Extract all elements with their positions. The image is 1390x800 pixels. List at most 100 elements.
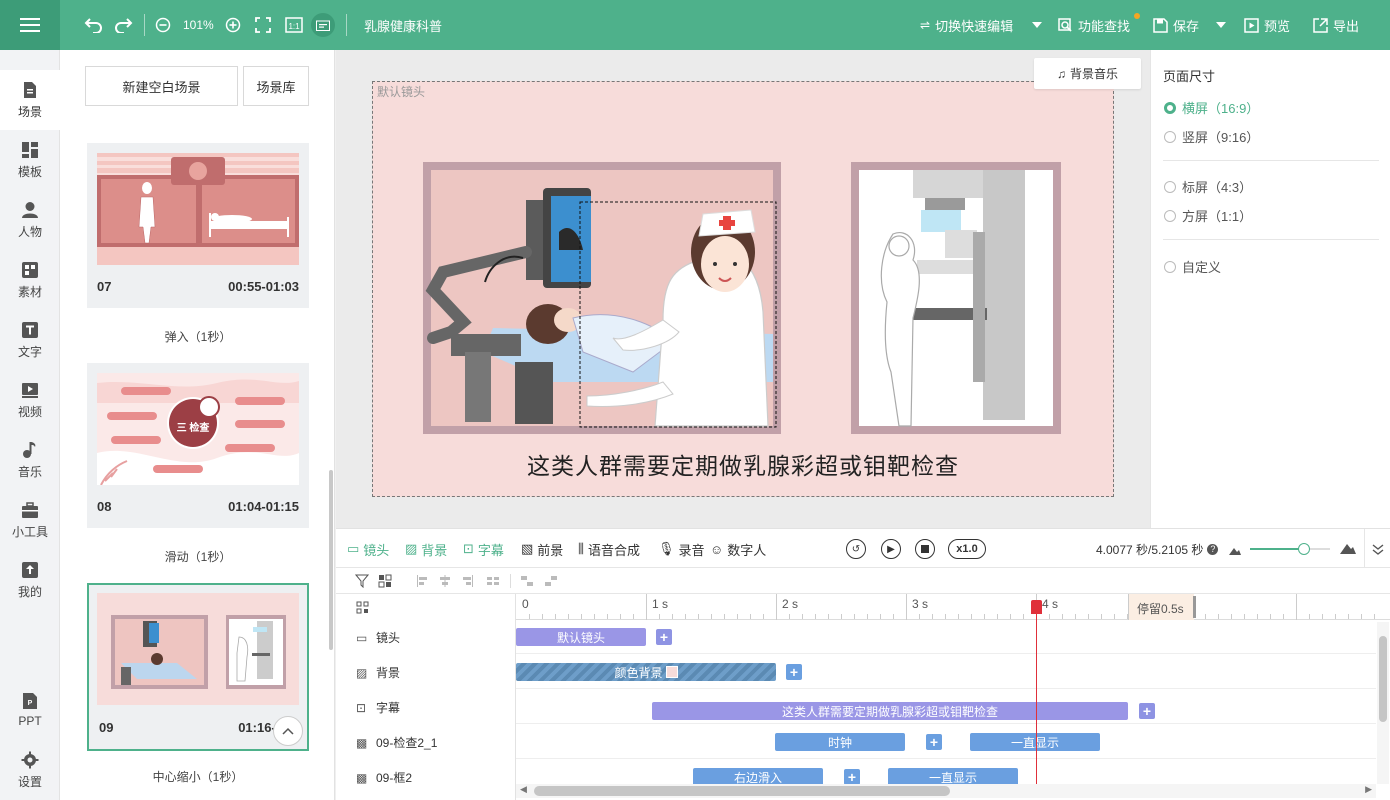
nav-item-template[interactable]: 模板 xyxy=(0,130,60,190)
tab-record[interactable]: 🎙 录音 xyxy=(658,529,705,569)
track-label-frame2[interactable]: ▩ 09-框2 xyxy=(356,769,412,786)
tab-background[interactable]: ▨ 背景 xyxy=(405,529,447,569)
clip-color-background[interactable]: 颜色背景 xyxy=(516,663,776,681)
scroll-top-button[interactable] xyxy=(273,716,303,746)
zoom-out-icon[interactable] xyxy=(155,0,171,50)
scene-transition[interactable]: 中心缩小（1秒） xyxy=(87,768,309,785)
redo-icon[interactable] xyxy=(113,0,133,50)
stage[interactable]: 默认镜头 xyxy=(372,81,1114,497)
playhead-handle[interactable] xyxy=(1031,600,1042,614)
radio-standard-4-3[interactable]: 标屏（4:3） xyxy=(1164,177,1252,196)
timeline-vertical-scrollbar[interactable] xyxy=(1377,622,1389,784)
nav-item-video[interactable]: 视频 xyxy=(0,370,60,430)
project-title[interactable]: 乳腺健康科普 xyxy=(364,0,442,50)
add-background-button[interactable]: + xyxy=(786,664,802,680)
scroll-left-icon[interactable]: ◀ xyxy=(520,784,527,795)
help-icon[interactable]: ? xyxy=(1207,543,1219,555)
speed-selector[interactable]: x1.0 xyxy=(948,539,986,559)
radio-square-1-1[interactable]: 方屏（1:1） xyxy=(1164,206,1252,225)
radio-custom[interactable]: 自定义 xyxy=(1164,257,1221,276)
scene-card-08[interactable]: 三 检查 08 01:04-01:15 xyxy=(87,363,309,528)
new-blank-scene-button[interactable]: 新建空白场景 xyxy=(85,66,238,106)
clip-always-show[interactable]: 一直显示 xyxy=(970,733,1100,751)
track-label-background[interactable]: ▨ 背景 xyxy=(356,664,400,681)
subtitle-toggle-icon[interactable] xyxy=(311,0,335,50)
playhead[interactable] xyxy=(1036,600,1037,786)
add-subtitle-button[interactable]: + xyxy=(1139,703,1155,719)
nav-item-text[interactable]: 文字 xyxy=(0,310,60,370)
quick-edit-button[interactable]: ⇌ 切换快速编辑 xyxy=(920,0,1013,50)
scene-library-button[interactable]: 场景库 xyxy=(243,66,309,106)
track-label-check2[interactable]: ▩ 09-检查2_1 xyxy=(356,734,437,751)
clip-clock-enter[interactable]: 时钟 xyxy=(775,733,905,751)
nav-item-scene[interactable]: 场景 xyxy=(0,70,60,130)
track-label-camera[interactable]: ▭ 镜头 xyxy=(356,629,400,646)
fullscreen-icon[interactable] xyxy=(255,0,271,50)
preview-button[interactable]: 预览 xyxy=(1244,0,1290,50)
menu-icon[interactable] xyxy=(0,0,60,50)
pause-zone[interactable]: 停留0.5s xyxy=(1128,594,1196,620)
stack-down-icon[interactable] xyxy=(544,574,558,588)
timeline-zoom-slider[interactable] xyxy=(1250,543,1330,555)
quick-edit-dropdown-icon[interactable] xyxy=(1032,0,1042,50)
tab-camera[interactable]: ▭ 镜头 xyxy=(347,529,389,569)
add-camera-button[interactable]: + xyxy=(656,629,672,645)
tab-tts[interactable]: ⫼ 语音合成 xyxy=(578,529,640,569)
nav-item-toolbox[interactable]: 小工具 xyxy=(0,490,60,550)
person-icon xyxy=(22,201,38,218)
scene-transition[interactable]: 弹入（1秒） xyxy=(87,328,309,345)
scene-transition[interactable]: 滑动（1秒） xyxy=(87,548,309,565)
align-right-icon[interactable] xyxy=(460,574,474,588)
scrollbar-thumb[interactable] xyxy=(534,786,950,796)
clip-default-camera[interactable]: 默认镜头 xyxy=(516,628,646,646)
tab-digital-human[interactable]: ☺ 数字人 xyxy=(710,529,766,569)
tab-subtitle[interactable]: ⊡ 字幕 xyxy=(463,529,504,569)
scene-card-07[interactable]: 07 00:55-01:03 xyxy=(87,143,309,308)
nav-item-mine[interactable]: 我的 xyxy=(0,550,60,610)
pause-handle[interactable] xyxy=(1193,596,1196,618)
align-left-icon[interactable] xyxy=(416,574,430,588)
zoom-in-icon[interactable] xyxy=(225,0,241,50)
align-center-icon[interactable] xyxy=(438,574,452,588)
track-label-subtitle[interactable]: ⊡ 字幕 xyxy=(356,699,400,716)
distribute-icon[interactable] xyxy=(486,574,500,588)
tab-foreground[interactable]: ▧ 前景 xyxy=(521,529,563,569)
actual-size-icon[interactable]: 1:1 xyxy=(285,0,303,50)
layer-settings-icon[interactable] xyxy=(356,601,369,614)
undo-icon[interactable] xyxy=(84,0,104,50)
nav-item-person[interactable]: 人物 xyxy=(0,190,60,250)
nav-item-material[interactable]: 素材 xyxy=(0,250,60,310)
add-animation-button[interactable]: + xyxy=(844,769,860,785)
nav-item-music[interactable]: 音乐 xyxy=(0,430,60,490)
timeline-horizontal-scrollbar[interactable]: ◀ ▶ xyxy=(516,784,1376,798)
slider-handle[interactable] xyxy=(1298,543,1310,555)
collapse-timeline-icon[interactable] xyxy=(1364,529,1390,569)
radio-landscape-16-9[interactable]: 横屏（16:9） xyxy=(1164,98,1259,117)
zoom-out-mountain-icon[interactable] xyxy=(1229,543,1241,558)
scene-card-09[interactable]: 09 01:16-0 xyxy=(87,583,309,751)
func-search-button[interactable]: 功能查找 xyxy=(1058,0,1140,50)
stack-up-icon[interactable] xyxy=(520,574,534,588)
stage-subtitle[interactable]: 这类人群需要定期做乳腺彩超或钼靶检查 xyxy=(372,447,1114,481)
play-icon[interactable]: ▶ xyxy=(881,539,901,559)
clip-subtitle[interactable]: 这类人群需要定期做乳腺彩超或钼靶检查 xyxy=(652,702,1128,720)
zoom-in-mountain-icon[interactable] xyxy=(1340,541,1356,557)
filter-icon[interactable] xyxy=(355,574,369,588)
add-animation-button[interactable]: + xyxy=(926,734,942,750)
group-icon[interactable] xyxy=(378,574,392,588)
scroll-right-icon[interactable]: ▶ xyxy=(1365,784,1372,795)
background-music-button[interactable]: ♫ 背景音乐 xyxy=(1034,58,1141,89)
export-button[interactable]: 导出 xyxy=(1313,0,1359,50)
scene-panel-scrollbar[interactable] xyxy=(329,470,333,650)
stop-icon[interactable] xyxy=(915,539,935,559)
stage-illustration[interactable] xyxy=(373,82,1115,498)
replay-icon[interactable]: ↺ xyxy=(846,539,866,559)
save-button[interactable]: 保存 xyxy=(1153,0,1199,50)
nav-item-settings[interactable]: 设置 xyxy=(0,740,60,800)
nav-item-ppt[interactable]: P PPT xyxy=(0,680,60,740)
radio-portrait-9-16[interactable]: 竖屏（9:16） xyxy=(1164,127,1259,146)
scrollbar-thumb[interactable] xyxy=(1379,636,1387,722)
timeline-ruler[interactable]: 0 1 s 2 s 3 s 4 s xyxy=(516,594,1390,620)
timeline-tracks: 默认镜头 + 颜色背景 + 这类人群需要定期做乳腺彩超或钼靶检查 + 时钟 + … xyxy=(516,620,1390,800)
save-dropdown-icon[interactable] xyxy=(1216,0,1226,50)
